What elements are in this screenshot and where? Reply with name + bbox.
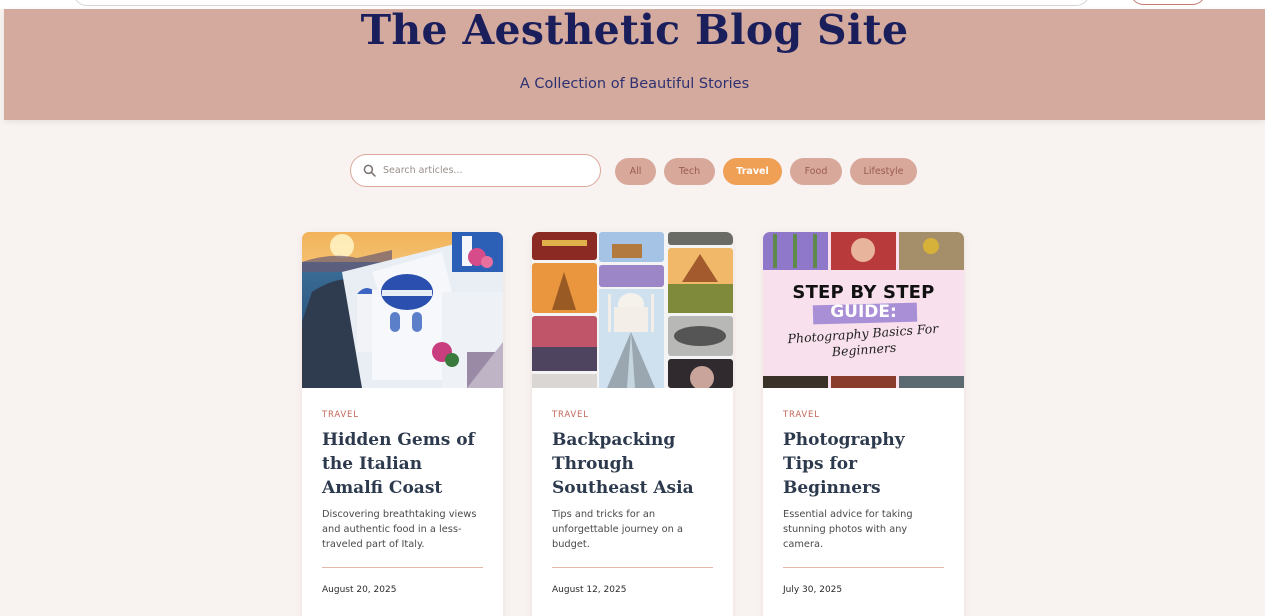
site-title: The Aesthetic Blog Site (360, 6, 909, 54)
card-date: August 12, 2025 (552, 585, 627, 595)
card-divider (783, 567, 944, 568)
card-divider (552, 567, 713, 568)
guide-heading-line1: STEP BY STEP (792, 282, 935, 303)
card-image-amalfi[interactable] (302, 232, 503, 388)
asia-collage-image (532, 232, 733, 388)
card-title[interactable]: Photography Tips for Beginners (783, 428, 944, 500)
card-body: TRAVEL Photography Tips for Beginners Es… (763, 388, 964, 552)
site-subtitle: A Collection of Beautiful Stories (519, 76, 750, 92)
article-card-amalfi[interactable]: TRAVEL Hidden Gems of the Italian Amalfi… (302, 232, 503, 616)
search-input[interactable] (383, 165, 583, 176)
guide-heading-line2: GUIDE: (830, 302, 897, 322)
card-category: TRAVEL (783, 410, 820, 420)
card-description: Tips and tricks for an unforgettable jou… (552, 509, 683, 550)
site-header: The Aesthetic Blog Site A Collection of … (4, 9, 1265, 120)
card-image-photography[interactable]: STEP BY STEP GUIDE: Photography Basics F… (763, 232, 964, 388)
article-card-photography[interactable]: STEP BY STEP GUIDE: Photography Basics F… (763, 232, 964, 616)
filter-lifestyle[interactable]: Lifestyle (850, 158, 917, 185)
card-title[interactable]: Backpacking Through Southeast Asia (552, 428, 713, 500)
card-title[interactable]: Hidden Gems of the Italian Amalfi Coast (322, 428, 483, 500)
card-date: August 20, 2025 (322, 585, 397, 595)
card-date: July 30, 2025 (783, 585, 843, 595)
card-category: TRAVEL (552, 410, 589, 420)
card-description: Discovering breathtaking views and authe… (322, 509, 477, 550)
card-divider (322, 567, 483, 568)
card-category: TRAVEL (322, 410, 359, 420)
filter-tech[interactable]: Tech (664, 158, 715, 185)
card-body: TRAVEL Hidden Gems of the Italian Amalfi… (302, 388, 503, 552)
card-image-asia[interactable] (532, 232, 733, 388)
filter-travel[interactable]: Travel (723, 158, 782, 185)
card-body: TRAVEL Backpacking Through Southeast Asi… (532, 388, 733, 552)
filter-all[interactable]: All (615, 158, 656, 185)
search-icon (363, 164, 376, 177)
article-card-asia[interactable]: TRAVEL Backpacking Through Southeast Asi… (532, 232, 733, 616)
search-input-container[interactable] (350, 154, 601, 187)
card-description: Essential advice for taking stunning pho… (783, 509, 913, 550)
amalfi-image (302, 232, 503, 388)
filter-food[interactable]: Food (790, 158, 842, 185)
category-filters: All Tech Travel Food Lifestyle (615, 158, 917, 185)
top-action-button[interactable] (1130, 0, 1206, 5)
